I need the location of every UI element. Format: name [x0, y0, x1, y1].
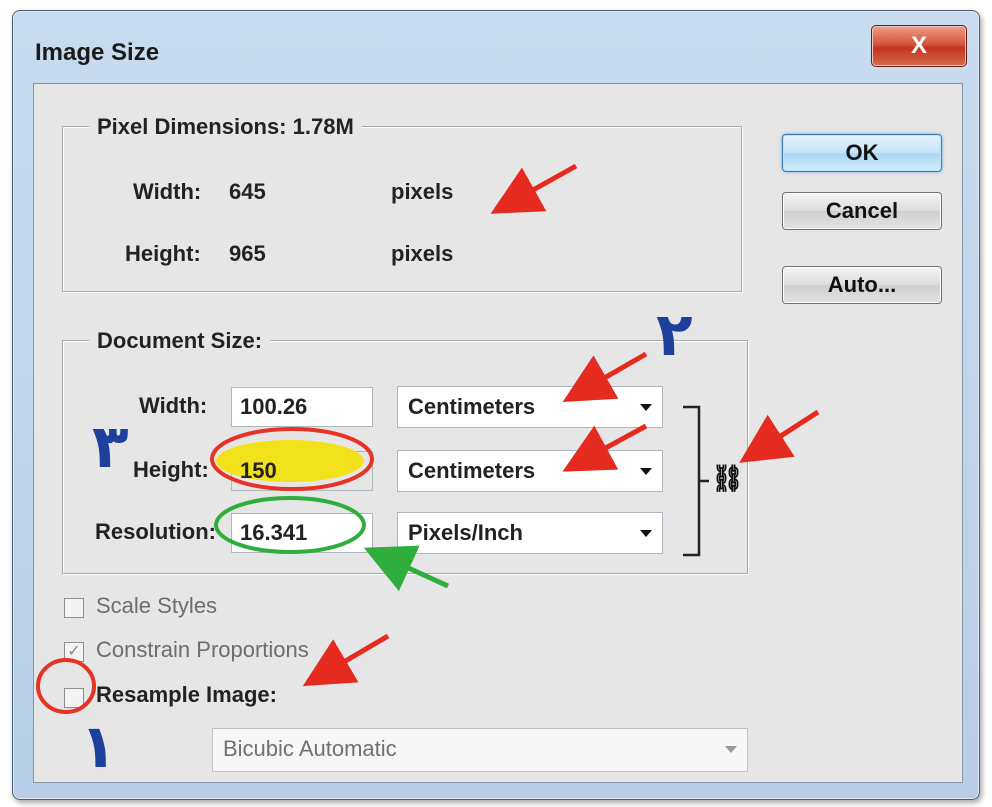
- marker-1: ١: [80, 712, 117, 782]
- constrain-proportions-label: Constrain Proportions: [96, 637, 309, 662]
- dialog-client-area: Pixel Dimensions: 1.78M Width: 645 pixel…: [33, 83, 963, 783]
- resolution-unit-value: Pixels/Inch: [408, 520, 523, 545]
- close-icon: X: [910, 32, 927, 59]
- resample-method-select[interactable]: Bicubic Automatic: [212, 728, 748, 772]
- auto-button[interactable]: Auto...: [782, 266, 942, 304]
- chevron-down-icon: [640, 530, 652, 537]
- constrain-bracket: [683, 405, 709, 557]
- doc-width-unit-value: Centimeters: [408, 394, 536, 419]
- doc-height-label: Height:: [133, 457, 209, 482]
- doc-width-label: Width:: [139, 393, 208, 418]
- marker-2: ٢: [656, 300, 693, 370]
- constrain-proportions-checkbox[interactable]: ✓: [64, 642, 84, 662]
- pixel-width-label: Width:: [133, 179, 202, 204]
- pixel-height-unit: pixels: [391, 241, 454, 266]
- doc-width-input[interactable]: 100.26: [231, 387, 373, 427]
- dialog-title: Image Size: [35, 39, 160, 66]
- chevron-down-icon: [640, 404, 652, 411]
- resample-image-label: Resample Image:: [96, 682, 277, 707]
- doc-height-value: 150: [240, 458, 277, 483]
- resolution-unit-select[interactable]: Pixels/Inch: [397, 512, 663, 554]
- chevron-down-icon: [725, 746, 737, 753]
- doc-height-unit-select[interactable]: Centimeters: [397, 450, 663, 492]
- ok-button[interactable]: OK: [782, 134, 942, 172]
- document-size-legend: Document Size:: [89, 328, 271, 354]
- pixel-dimensions-group: Pixel Dimensions: 1.78M Width: 645 pixel…: [62, 114, 742, 292]
- pixel-height-value: 965: [229, 241, 266, 266]
- chevron-down-icon: [640, 468, 652, 475]
- image-size-dialog: Image Size X Pixel Dimensions: 1.78M Wid…: [12, 10, 980, 800]
- close-button[interactable]: X: [871, 25, 967, 67]
- resolution-input[interactable]: 16.341: [231, 513, 373, 553]
- pixel-width-value: 645: [229, 179, 266, 204]
- scale-styles-checkbox[interactable]: [64, 598, 84, 618]
- cancel-button[interactable]: Cancel: [782, 192, 942, 230]
- doc-height-input[interactable]: 150: [231, 451, 373, 491]
- pixel-height-label: Height:: [125, 241, 201, 266]
- resample-method-value: Bicubic Automatic: [223, 736, 397, 761]
- chain-link-icon: ⛓: [711, 463, 745, 493]
- pixel-width-unit: pixels: [391, 179, 454, 204]
- doc-height-unit-value: Centimeters: [408, 458, 536, 483]
- resolution-label: Resolution:: [95, 519, 216, 544]
- title-bar[interactable]: Image Size X: [13, 11, 979, 77]
- pixel-dimensions-legend: Pixel Dimensions: 1.78M: [89, 114, 362, 140]
- document-size-group: Document Size: Width: 100.26 Centimeters…: [62, 328, 748, 574]
- marker-3: ٣: [92, 412, 129, 482]
- doc-width-unit-select[interactable]: Centimeters: [397, 386, 663, 428]
- resample-image-checkbox[interactable]: [64, 688, 84, 708]
- pixel-dimensions-size: 1.78M: [292, 114, 354, 139]
- scale-styles-label: Scale Styles: [96, 593, 218, 618]
